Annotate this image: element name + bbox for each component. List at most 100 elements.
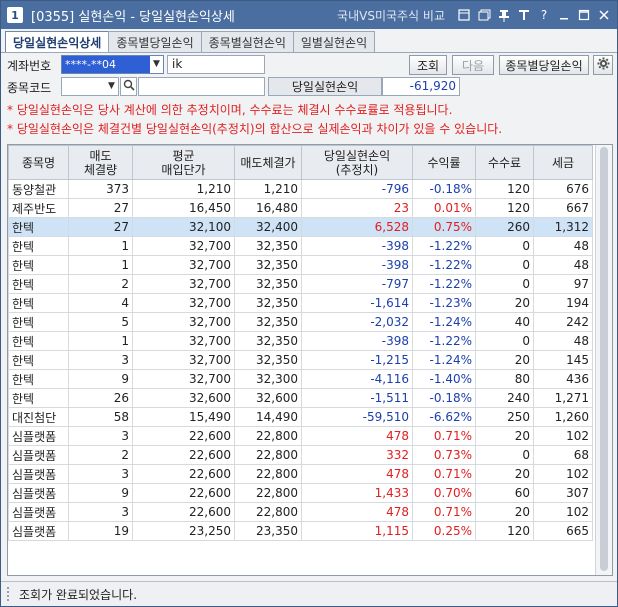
tax-cell: 1,312 [533,217,593,237]
table-row[interactable]: 심플랫폼 3 22,600 22,800 478 0.71% 20 102 [8,426,593,446]
next-button[interactable]: 다음 [452,55,494,75]
compare-link[interactable]: 국내VS미국주식 비교 [337,7,445,24]
pin-icon[interactable] [497,8,511,22]
sell-price-cell: 32,600 [234,388,302,408]
notice-line-1: * 당일실현손익은 당사 계산에 의한 추정치이며, 수수료는 체결시 수수료률… [7,103,453,117]
title-controls: 국내VS미국주식 비교 ? [337,1,611,29]
sell-price-cell: 23,350 [234,521,302,541]
avg-buy-price-cell: 22,600 [132,464,235,484]
help-icon[interactable]: ? [537,8,551,22]
tax-cell: 48 [533,255,593,275]
realized-pl-cell: -59,510 [301,407,413,427]
tax-cell: 665 [533,521,593,541]
avg-buy-price-cell: 22,600 [132,483,235,503]
fee-cell: 260 [475,217,534,237]
avg-buy-price-cell: 32,700 [132,369,235,389]
stock-name-cell: 한텍 [8,255,69,275]
stock-name-cell: 한텍 [8,312,69,332]
tab-realized-by-stock[interactable]: 종목별실현손익 [200,31,294,53]
tab-daily-realized-detail[interactable]: 당일실현손익상세 [5,31,110,53]
stock-name-cell: 한텍 [8,331,69,351]
sell-qty-cell: 5 [68,312,133,332]
fee-cell: 0 [475,255,534,275]
notice-area: * 당일실현손익은 당사 계산에 의한 추정치이며, 수수료는 체결시 수수료률… [7,101,613,139]
table-row[interactable]: 한텍 4 32,700 32,350 -1,614 -1.23% 20 194 [8,293,593,313]
account-row: 계좌번호 ****-**04 ▼ ik 조회 다음 종목별당일손익 [1,55,617,75]
font-icon[interactable] [517,8,531,22]
table-row[interactable]: 제주반도 27 16,450 16,480 23 0.01% 120 667 [8,198,593,218]
table-row[interactable]: 한텍 1 32,700 32,350 -398 -1.22% 0 48 [8,255,593,275]
table-row[interactable]: 심플랫폼 9 22,600 22,800 1,433 0.70% 60 307 [8,483,593,503]
realized-pl-cell: -398 [301,255,413,275]
code-search-button[interactable] [120,77,137,96]
avg-buy-price-cell: 32,700 [132,293,235,313]
account-name-field: ik [167,55,265,74]
chevron-down-icon[interactable]: ▼ [105,78,118,95]
vertical-scrollbar[interactable] [595,145,612,575]
return-rate-cell: 0.71% [412,502,476,522]
table-row[interactable]: 한텍 27 32,100 32,400 6,528 0.75% 260 1,312 [8,217,593,237]
return-rate-cell: 0.75% [412,217,476,237]
return-rate-cell: -1.22% [412,331,476,351]
realized-pl-cell: 1,115 [301,521,413,541]
table-row[interactable]: 대진첨단 58 15,490 14,490 -59,510 -6.62% 250 1,260 [8,407,593,427]
column-header[interactable]: 매도체결가 [234,145,302,180]
table-row[interactable]: 한텍 5 32,700 32,350 -2,032 -1.24% 40 242 [8,312,593,332]
table-row[interactable]: 한텍 1 32,700 32,350 -398 -1.22% 0 48 [8,331,593,351]
maximize-icon[interactable] [577,8,591,22]
table-row[interactable]: 심플랫폼 2 22,600 22,800 332 0.73% 0 68 [8,445,593,465]
stock-name-cell: 심플랫폼 [8,464,69,484]
column-header[interactable]: 종목명 [8,145,69,180]
sell-qty-cell: 19 [68,521,133,541]
tax-cell: 667 [533,198,593,218]
settings-button[interactable] [593,55,613,75]
column-header[interactable]: 수수료 [475,145,534,180]
column-header[interactable]: 평균 매입단가 [132,145,235,180]
table-row[interactable]: 한텍 9 32,700 32,300 -4,116 -1.40% 80 436 [8,369,593,389]
avg-buy-price-cell: 15,490 [132,407,235,427]
sell-qty-cell: 3 [68,350,133,370]
realized-pl-grid: 종목명 매도 체결량 평균 매입단가 매도체결가 당일실현손익 (추정치) 수익률 수수료 세금 동… [7,144,613,576]
tab-daily-by-stock[interactable]: 종목별당일손익 [108,31,202,53]
sell-price-cell: 22,800 [234,502,302,522]
table-row[interactable]: 한텍 26 32,600 32,600 -1,511 -0.18% 240 1,271 [8,388,593,408]
sell-qty-cell: 3 [68,502,133,522]
avg-buy-price-cell: 32,700 [132,236,235,256]
column-header[interactable]: 당일실현손익 (추정치) [301,145,413,180]
tab-daily-realized[interactable]: 일별실현손익 [292,31,376,53]
table-row[interactable]: 한텍 1 32,700 32,350 -398 -1.22% 0 48 [8,236,593,256]
table-row[interactable]: 심플랫폼 3 22,600 22,800 478 0.71% 20 102 [8,464,593,484]
by-stock-button[interactable]: 종목별당일손익 [499,55,589,75]
column-header[interactable]: 매도 체결량 [68,145,133,180]
avg-buy-price-cell: 32,700 [132,274,235,294]
account-select[interactable]: ****-**04 ▼ [61,55,164,74]
chevron-down-icon[interactable]: ▼ [150,56,163,73]
sell-qty-cell: 373 [68,179,133,199]
table-row[interactable]: 심플랫폼 19 23,250 23,350 1,115 0.25% 120 665 [8,521,593,541]
sell-price-cell: 32,350 [234,350,302,370]
table-row[interactable]: 동양철관 373 1,210 1,210 -796 -0.18% 120 676 [8,179,593,199]
column-header[interactable]: 세금 [533,145,593,180]
close-icon[interactable] [597,8,611,22]
stock-name-cell: 한텍 [8,236,69,256]
copy-icon[interactable] [477,8,491,22]
return-rate-cell: -0.18% [412,179,476,199]
fee-cell: 40 [475,312,534,332]
status-bar: 조회가 완료되었습니다. [1,581,617,606]
title-bar[interactable]: 1 [0355] 실현손익 - 당일실현손익상세 국내VS미국주식 비교 ? [1,1,617,29]
sell-price-cell: 32,350 [234,255,302,275]
fee-cell: 20 [475,350,534,370]
query-button[interactable]: 조회 [409,55,447,75]
table-row[interactable]: 한텍 2 32,700 32,350 -797 -1.22% 0 97 [8,274,593,294]
table-row[interactable]: 한텍 3 32,700 32,350 -1,215 -1.24% 20 145 [8,350,593,370]
sell-price-cell: 32,350 [234,312,302,332]
fee-cell: 250 [475,407,534,427]
account-label: 계좌번호 [7,59,52,73]
table-row[interactable]: 심플랫폼 3 22,600 22,800 478 0.71% 20 102 [8,502,593,522]
tax-cell: 102 [533,502,593,522]
restore-icon[interactable] [457,8,471,22]
fee-cell: 80 [475,369,534,389]
minimize-icon[interactable] [557,8,571,22]
column-header[interactable]: 수익률 [412,145,476,180]
scrollbar-thumb[interactable] [600,147,608,571]
